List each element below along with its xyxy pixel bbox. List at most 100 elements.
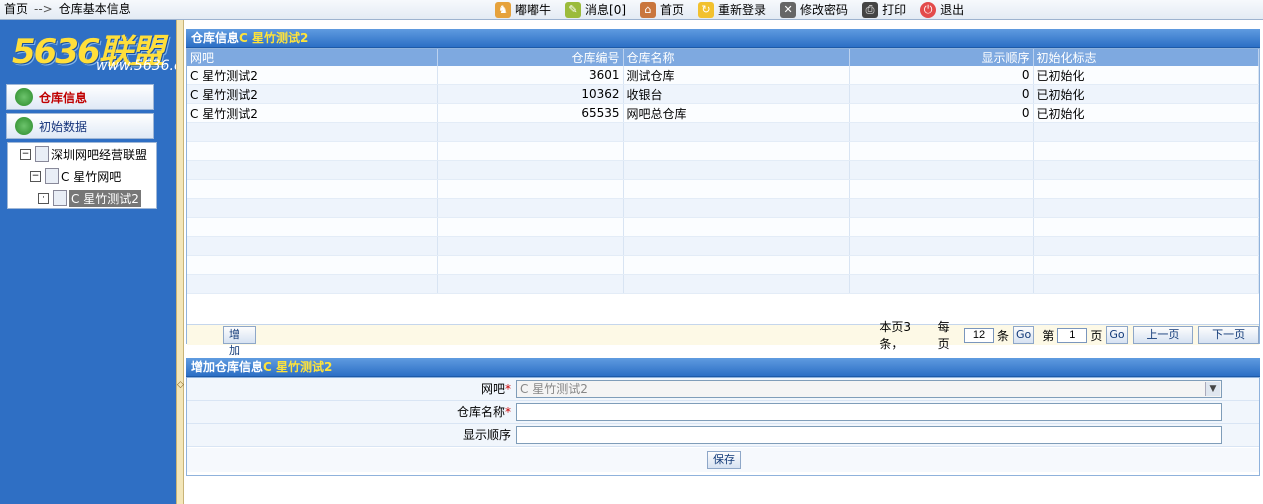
per-page-go-button[interactable]: Go <box>1013 326 1035 344</box>
table-cell <box>1033 255 1259 275</box>
network-icon <box>35 146 49 162</box>
table-cell <box>187 255 438 275</box>
list-panel: 仓库信息C 星竹测试2 <box>186 29 1260 48</box>
toolbar-label: 重新登录 <box>718 3 767 17</box>
per-page-input[interactable] <box>964 327 995 343</box>
users-icon <box>15 88 33 106</box>
home-icon: ⌂ <box>640 1 657 18</box>
title-prefix: 增加仓库信息 <box>191 360 264 374</box>
table-cell <box>437 179 624 199</box>
page-number-input[interactable] <box>1057 327 1088 343</box>
toolbar-label: 首页 <box>660 3 685 17</box>
table-cell <box>187 198 438 218</box>
list-panel-title: 仓库信息C 星竹测试2 <box>186 29 1260 48</box>
table-row[interactable]: C 星竹测试2 65535 网吧总仓库 0 已初始化 <box>187 103 1259 123</box>
tree-node-leaf[interactable]: · C 星竹测试2 <box>38 189 141 207</box>
table-cell: 网吧总仓库 <box>623 103 850 123</box>
table-cell <box>1033 274 1259 294</box>
table-row <box>187 179 1259 199</box>
table-row <box>187 141 1259 161</box>
table-row <box>187 274 1259 294</box>
tree-node-label: C 星竹网吧 <box>61 169 122 184</box>
password-icon: ✕ <box>780 1 797 18</box>
table-cell <box>437 274 624 294</box>
collapse-arrow-icon[interactable]: ◇ <box>177 380 184 390</box>
table-cell <box>187 236 438 256</box>
page-unit: 页 <box>1090 328 1103 343</box>
table-cell <box>437 198 624 218</box>
required-mark: * <box>505 382 511 396</box>
table-cell <box>437 236 624 256</box>
column-header-warehouse-id[interactable]: 仓库编号 <box>437 49 624 66</box>
toolbar: ♞ 嘟嘟牛 ✎ 消息[0] ⌂ 首页 ↻ 重新登录 ✕ 修改密码 ⎙ 打印 ⏻ 退出 <box>495 0 978 19</box>
warehouse-name-label: 仓库名称* <box>187 401 511 423</box>
table-cell: 0 <box>849 84 1034 104</box>
column-header-init-flag[interactable]: 初始化标志 <box>1033 49 1259 66</box>
tree-collapse-icon[interactable]: − <box>20 148 31 160</box>
next-page-button[interactable]: 下一页 <box>1198 326 1259 344</box>
breadcrumb-home-link[interactable]: 首页 <box>4 2 28 16</box>
tree-leaf-icon: · <box>38 192 49 204</box>
toolbar-exit-button[interactable]: ⏻ 退出 <box>920 1 964 18</box>
table-cell <box>623 122 850 142</box>
table-cell <box>623 274 850 294</box>
table-cell: 已初始化 <box>1033 66 1259 85</box>
form-row-display-order: 显示顺序 <box>187 424 1259 447</box>
table-row <box>187 160 1259 180</box>
table-cell <box>849 255 1034 275</box>
toolbar-print-button[interactable]: ⎙ 打印 <box>862 1 906 18</box>
table-cell <box>849 236 1034 256</box>
sidebar-item-warehouse-info[interactable]: 仓库信息 <box>6 84 154 110</box>
tree-node-root[interactable]: − 深圳网吧经营联盟 <box>20 146 147 162</box>
column-header-netbar[interactable]: 网吧 <box>187 49 438 66</box>
table-row[interactable]: C 星竹测试2 3601 测试仓库 0 已初始化 <box>187 66 1259 85</box>
table-cell <box>623 198 850 218</box>
add-button[interactable]: 增加 <box>223 326 257 357</box>
title-highlight: C 星竹测试2 <box>239 31 309 45</box>
table-cell: 测试仓库 <box>623 66 850 85</box>
table-cell: 已初始化 <box>1033 84 1259 104</box>
toolbar-dudu-button[interactable]: ♞ 嘟嘟牛 <box>495 1 551 18</box>
column-header-warehouse-name[interactable]: 仓库名称 <box>623 49 850 66</box>
warehouse-grid: 网吧 仓库编号 仓库名称 显示顺序 初始化标志 C 星竹测试2 3601 测试仓库 0… <box>186 48 1260 357</box>
table-cell <box>1033 160 1259 180</box>
table-cell <box>623 236 850 256</box>
netbar-select[interactable]: C 星竹测试2 ▼ <box>516 380 1222 398</box>
table-cell <box>1033 179 1259 199</box>
display-order-input[interactable] <box>516 426 1222 444</box>
sidebar-item-initial-data[interactable]: 初始数据 <box>6 113 154 139</box>
form-panel-title: 增加仓库信息C 星竹测试2 <box>186 358 1260 377</box>
toolbar-label: 消息[0] <box>585 3 627 17</box>
tree-node-label: C 星竹测试2 <box>69 189 141 207</box>
warehouse-name-input[interactable] <box>516 403 1222 421</box>
toolbar-home-button[interactable]: ⌂ 首页 <box>640 1 684 18</box>
table-cell <box>623 255 850 275</box>
table-cell <box>187 179 438 199</box>
toolbar-change-password-button[interactable]: ✕ 修改密码 <box>780 1 848 18</box>
display-order-label: 显示顺序 <box>462 428 511 442</box>
sidebar-splitter[interactable]: ◇ <box>176 20 184 504</box>
users-icon <box>15 117 33 135</box>
column-header-display-order[interactable]: 显示顺序 <box>849 49 1034 66</box>
table-cell <box>187 274 438 294</box>
table-cell <box>623 179 850 199</box>
save-bar: 保存 <box>187 448 1259 472</box>
printer-icon: ⎙ <box>862 1 879 18</box>
tree-node-child[interactable]: − C 星竹网吧 <box>30 168 121 184</box>
org-tree: − 深圳网吧经营联盟 − C 星竹网吧 · C 星竹测试2 <box>7 142 157 209</box>
table-cell: 3601 <box>437 66 624 85</box>
required-mark: * <box>505 405 511 419</box>
table-cell <box>187 141 438 161</box>
toolbar-message-button[interactable]: ✎ 消息[0] <box>565 1 626 18</box>
table-cell <box>849 160 1034 180</box>
table-cell: C 星竹测试2 <box>187 66 438 85</box>
page-go-button[interactable]: Go <box>1106 326 1128 344</box>
tree-collapse-icon[interactable]: − <box>30 170 41 182</box>
toolbar-relogin-button[interactable]: ↻ 重新登录 <box>698 1 766 18</box>
chevron-down-icon[interactable]: ▼ <box>1205 382 1220 396</box>
table-cell: 10362 <box>437 84 624 104</box>
prev-page-button[interactable]: 上一页 <box>1132 326 1194 344</box>
table-row[interactable]: C 星竹测试2 10362 收银台 0 已初始化 <box>187 84 1259 104</box>
computer-icon <box>45 168 59 184</box>
save-button[interactable]: 保存 <box>707 451 741 469</box>
